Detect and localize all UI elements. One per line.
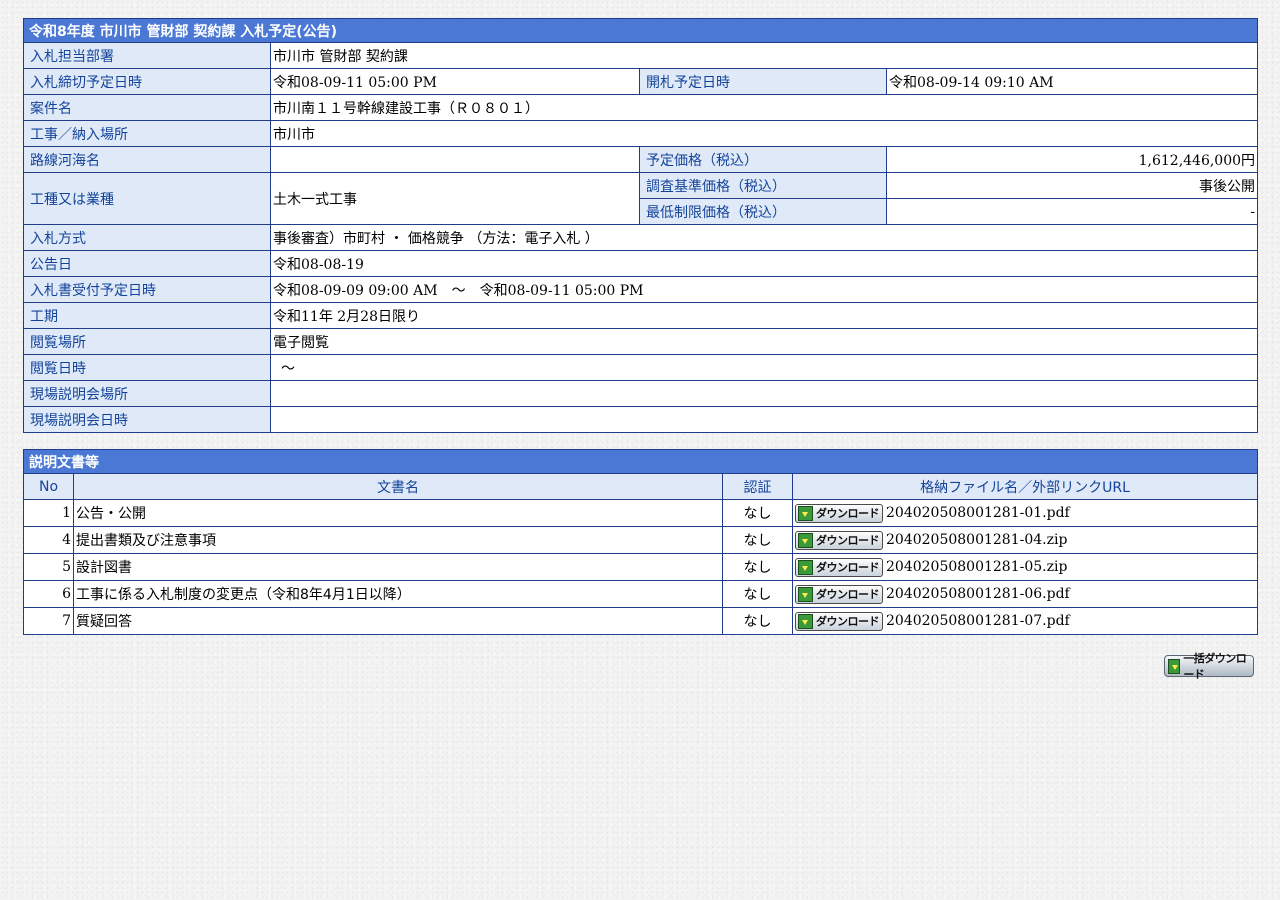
doc-name: 質疑回答 — [73, 607, 723, 635]
col-header-file: 格納ファイル名／外部リンクURL — [792, 473, 1258, 500]
dept-label: 入札担当部署 — [23, 42, 271, 69]
download-arrow-icon — [798, 559, 813, 575]
view-date-value: ～ — [269, 354, 1259, 381]
min-price-value: - — [885, 198, 1259, 225]
project-label: 案件名 — [23, 94, 271, 121]
opening-label: 開札予定日時 — [639, 68, 887, 95]
col-header-no: No — [23, 473, 74, 500]
col-header-name: 文書名 — [73, 473, 723, 500]
document-row: 4 提出書類及び注意事項 なし ダウンロード 204020508001281-04.zi… — [23, 526, 1258, 554]
document-row: 7 質疑回答 なし ダウンロード 204020508001281-07.pdf — [23, 607, 1258, 635]
announce-date-value: 令和08-08-19 — [269, 250, 1259, 277]
documents-title: 説明文書等 — [23, 449, 1258, 474]
doc-no: 7 — [23, 607, 74, 635]
download-button-label: ダウンロード — [816, 615, 880, 628]
period-label: 工期 — [23, 302, 271, 329]
doc-file-cell: ダウンロード 204020508001281-05.zip — [792, 553, 1258, 581]
announce-date-label: 公告日 — [23, 250, 271, 277]
survey-price-label: 調査基準価格（税込） — [639, 172, 887, 199]
doc-file-cell: ダウンロード 204020508001281-04.zip — [792, 526, 1258, 554]
doc-file-name[interactable]: 204020508001281-05.zip — [886, 559, 1067, 575]
deadline-label: 入札締切予定日時 — [23, 68, 271, 95]
doc-file-cell: ダウンロード 204020508001281-07.pdf — [792, 607, 1258, 635]
method-label: 入札方式 — [23, 224, 271, 251]
download-arrow-icon — [798, 613, 813, 629]
download-button[interactable]: ダウンロード — [795, 503, 883, 523]
doc-auth: なし — [722, 580, 793, 608]
download-button[interactable]: ダウンロード — [795, 611, 883, 631]
planned-price-label: 予定価格（税込） — [639, 146, 887, 173]
doc-file-cell: ダウンロード 204020508001281-06.pdf — [792, 580, 1258, 608]
document-row: 1 公告・公開 なし ダウンロード 204020508001281-01.pdf — [23, 499, 1258, 527]
bulk-download-button[interactable]: 一括ダウンロード — [1164, 652, 1254, 681]
briefing-date-label: 現場説明会日時 — [23, 406, 271, 433]
doc-name: 設計図書 — [73, 553, 723, 581]
briefing-place-value — [269, 380, 1259, 407]
route-label: 路線河海名 — [23, 146, 271, 173]
doc-no: 4 — [23, 526, 74, 554]
category-label: 工種又は業種 — [23, 172, 271, 225]
acceptance-value: 令和08-09-09 09:00 AM ～ 令和08-09-11 05:00 P… — [269, 276, 1259, 303]
doc-no: 5 — [23, 553, 74, 581]
doc-no: 1 — [23, 499, 74, 527]
doc-auth: なし — [722, 553, 793, 581]
doc-file-name[interactable]: 204020508001281-04.zip — [886, 532, 1067, 548]
opening-value: 令和08-09-14 09:10 AM — [885, 68, 1259, 95]
documents-table: 説明文書等 No 文書名 認証 格納ファイル名／外部リンクURL 1 公告・公開な… — [23, 449, 1258, 635]
doc-no: 6 — [23, 580, 74, 608]
doc-auth: なし — [722, 526, 793, 554]
location-value: 市川市 — [269, 120, 1259, 147]
view-place-value: 電子閲覧 — [269, 328, 1259, 355]
doc-name: 公告・公開 — [73, 499, 723, 527]
download-arrow-icon — [798, 586, 813, 602]
doc-file-name[interactable]: 204020508001281-01.pdf — [886, 505, 1070, 521]
download-button-label: ダウンロード — [816, 507, 880, 520]
min-price-label: 最低制限価格（税込） — [639, 198, 887, 225]
download-button[interactable]: ダウンロード — [795, 584, 883, 604]
download-button[interactable]: ダウンロード — [795, 557, 883, 577]
download-button[interactable]: ダウンロード — [795, 530, 883, 550]
location-label: 工事／納入場所 — [23, 120, 271, 147]
method-value: 事後審査）市町村 ・ 価格競争 （方法：電子入札 ） — [269, 224, 1259, 251]
project-value: 市川南１１号幹線建設工事（Ｒ０８０１） — [269, 94, 1259, 121]
download-arrow-icon — [798, 532, 813, 548]
notice-title: 令和8年度 市川市 管財部 契約課 入札予定(公告) — [22, 18, 1259, 43]
category-value: 土木一式工事 — [270, 172, 640, 225]
briefing-place-label: 現場説明会場所 — [23, 380, 271, 407]
download-arrow-icon — [798, 505, 813, 521]
download-button-label: ダウンロード — [816, 588, 880, 601]
download-button-label: ダウンロード — [816, 534, 880, 547]
doc-auth: なし — [722, 499, 793, 527]
document-row: 6 工事に係る入札制度の変更点（令和8年4月1日以降） なし ダウンロード 204020… — [23, 580, 1258, 608]
bulk-download-label: 一括ダウンロード — [1183, 652, 1247, 681]
briefing-date-value — [269, 406, 1259, 433]
dept-value: 市川市 管財部 契約課 — [269, 42, 1259, 69]
col-header-auth: 認証 — [722, 473, 793, 500]
period-value: 令和11年 2月28日限り — [269, 302, 1259, 329]
doc-file-cell: ダウンロード 204020508001281-01.pdf — [792, 499, 1258, 527]
deadline-value: 令和08-09-11 05:00 PM — [270, 68, 640, 95]
download-button-label: ダウンロード — [816, 561, 880, 574]
planned-price-value: 1,612,446,000円 — [885, 146, 1259, 173]
doc-auth: なし — [722, 607, 793, 635]
document-row: 5 設計図書 なし ダウンロード 204020508001281-05.zip — [23, 553, 1258, 581]
route-value — [270, 146, 640, 173]
survey-price-value: 事後公開 — [885, 172, 1259, 199]
doc-name: 工事に係る入札制度の変更点（令和8年4月1日以降） — [73, 580, 723, 608]
download-arrow-icon — [1168, 658, 1181, 674]
doc-name: 提出書類及び注意事項 — [73, 526, 723, 554]
doc-file-name[interactable]: 204020508001281-07.pdf — [886, 613, 1070, 629]
doc-file-name[interactable]: 204020508001281-06.pdf — [886, 586, 1070, 602]
view-date-label: 閲覧日時 — [23, 354, 271, 381]
view-place-label: 閲覧場所 — [23, 328, 271, 355]
acceptance-label: 入札書受付予定日時 — [23, 276, 271, 303]
bid-notice-table: 令和8年度 市川市 管財部 契約課 入札予定(公告) 入札担当部署 市川市 管財… — [22, 18, 1259, 433]
